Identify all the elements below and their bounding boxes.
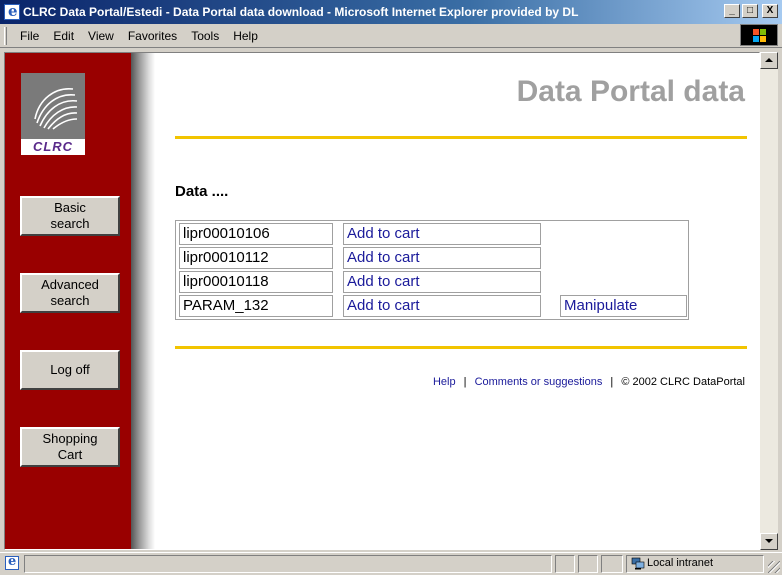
- status-pane: [555, 555, 575, 573]
- window-controls: _ □ X: [722, 4, 778, 18]
- intranet-icon: [631, 557, 645, 570]
- menu-view[interactable]: View: [81, 29, 121, 43]
- dataset-name: lipr00010106: [179, 223, 333, 245]
- footer-separator: |: [463, 376, 467, 388]
- add-to-cart-link[interactable]: Add to cart: [343, 271, 541, 293]
- sidebar-shadow: [131, 53, 155, 549]
- menu-edit[interactable]: Edit: [46, 29, 81, 43]
- logo-swirl-icon: [34, 88, 78, 130]
- add-to-cart-link[interactable]: Add to cart: [343, 295, 541, 317]
- bottom-divider: [175, 346, 747, 349]
- toolbar-grip[interactable]: [4, 26, 7, 45]
- dataset-name: lipr00010112: [179, 247, 333, 269]
- footer-separator: |: [610, 376, 614, 388]
- window-title: CLRC Data Portal/Estedi - Data Portal da…: [23, 5, 579, 19]
- clrc-logo: CLRC: [21, 73, 85, 155]
- status-text-pane: [24, 555, 552, 573]
- windows-logo-icon: [740, 24, 778, 46]
- resize-grip-icon[interactable]: [768, 561, 780, 573]
- manipulate-link[interactable]: Manipulate: [560, 295, 687, 317]
- menu-favorites[interactable]: Favorites: [121, 29, 184, 43]
- page-viewport: CLRC Basic search Advanced search Log of…: [4, 52, 760, 550]
- minimize-button[interactable]: _: [724, 4, 740, 18]
- top-divider: [175, 136, 747, 139]
- arrow-up-icon: [765, 58, 773, 62]
- status-pane: [601, 555, 623, 573]
- title-bar: CLRC Data Portal/Estedi - Data Portal da…: [0, 0, 782, 24]
- menu-file[interactable]: File: [13, 29, 46, 43]
- advanced-search-button[interactable]: Advanced search: [20, 273, 120, 313]
- comments-link[interactable]: Comments or suggestions: [475, 376, 603, 388]
- help-link[interactable]: Help: [433, 376, 456, 388]
- menu-help[interactable]: Help: [226, 29, 265, 43]
- logo-text: CLRC: [21, 139, 85, 155]
- log-off-button[interactable]: Log off: [20, 350, 120, 390]
- menu-tools[interactable]: Tools: [184, 29, 226, 43]
- sidebar: CLRC Basic search Advanced search Log of…: [5, 53, 131, 549]
- copyright-text: © 2002 CLRC DataPortal: [621, 376, 745, 388]
- dataset-name: lipr00010118: [179, 271, 333, 293]
- status-bar: Local intranet: [0, 552, 782, 575]
- dataset-name: PARAM_132: [179, 295, 333, 317]
- page-status-icon: [5, 554, 19, 570]
- maximize-button[interactable]: □: [742, 4, 758, 18]
- menu-bar: File Edit View Favorites Tools Help: [0, 24, 782, 48]
- add-to-cart-link[interactable]: Add to cart: [343, 247, 541, 269]
- add-to-cart-link[interactable]: Add to cart: [343, 223, 541, 245]
- basic-search-button[interactable]: Basic search: [20, 196, 120, 236]
- arrow-down-icon: [765, 539, 773, 543]
- scroll-up-button[interactable]: [760, 52, 778, 69]
- scroll-down-button[interactable]: [760, 533, 778, 550]
- data-table: lipr00010106 Add to cart lipr00010112 Ad…: [175, 220, 689, 320]
- zone-label: Local intranet: [647, 557, 714, 569]
- footer: Help | Comments or suggestions | © 2002 …: [433, 376, 745, 388]
- vertical-scrollbar[interactable]: [760, 52, 778, 550]
- status-pane: [578, 555, 598, 573]
- ie-icon[interactable]: [4, 2, 20, 20]
- zone-pane: Local intranet: [626, 555, 764, 573]
- section-heading: Data ....: [175, 183, 229, 200]
- shopping-cart-button[interactable]: Shopping Cart: [20, 427, 120, 467]
- page-title: Data Portal data: [516, 75, 745, 108]
- close-button[interactable]: X: [762, 4, 778, 18]
